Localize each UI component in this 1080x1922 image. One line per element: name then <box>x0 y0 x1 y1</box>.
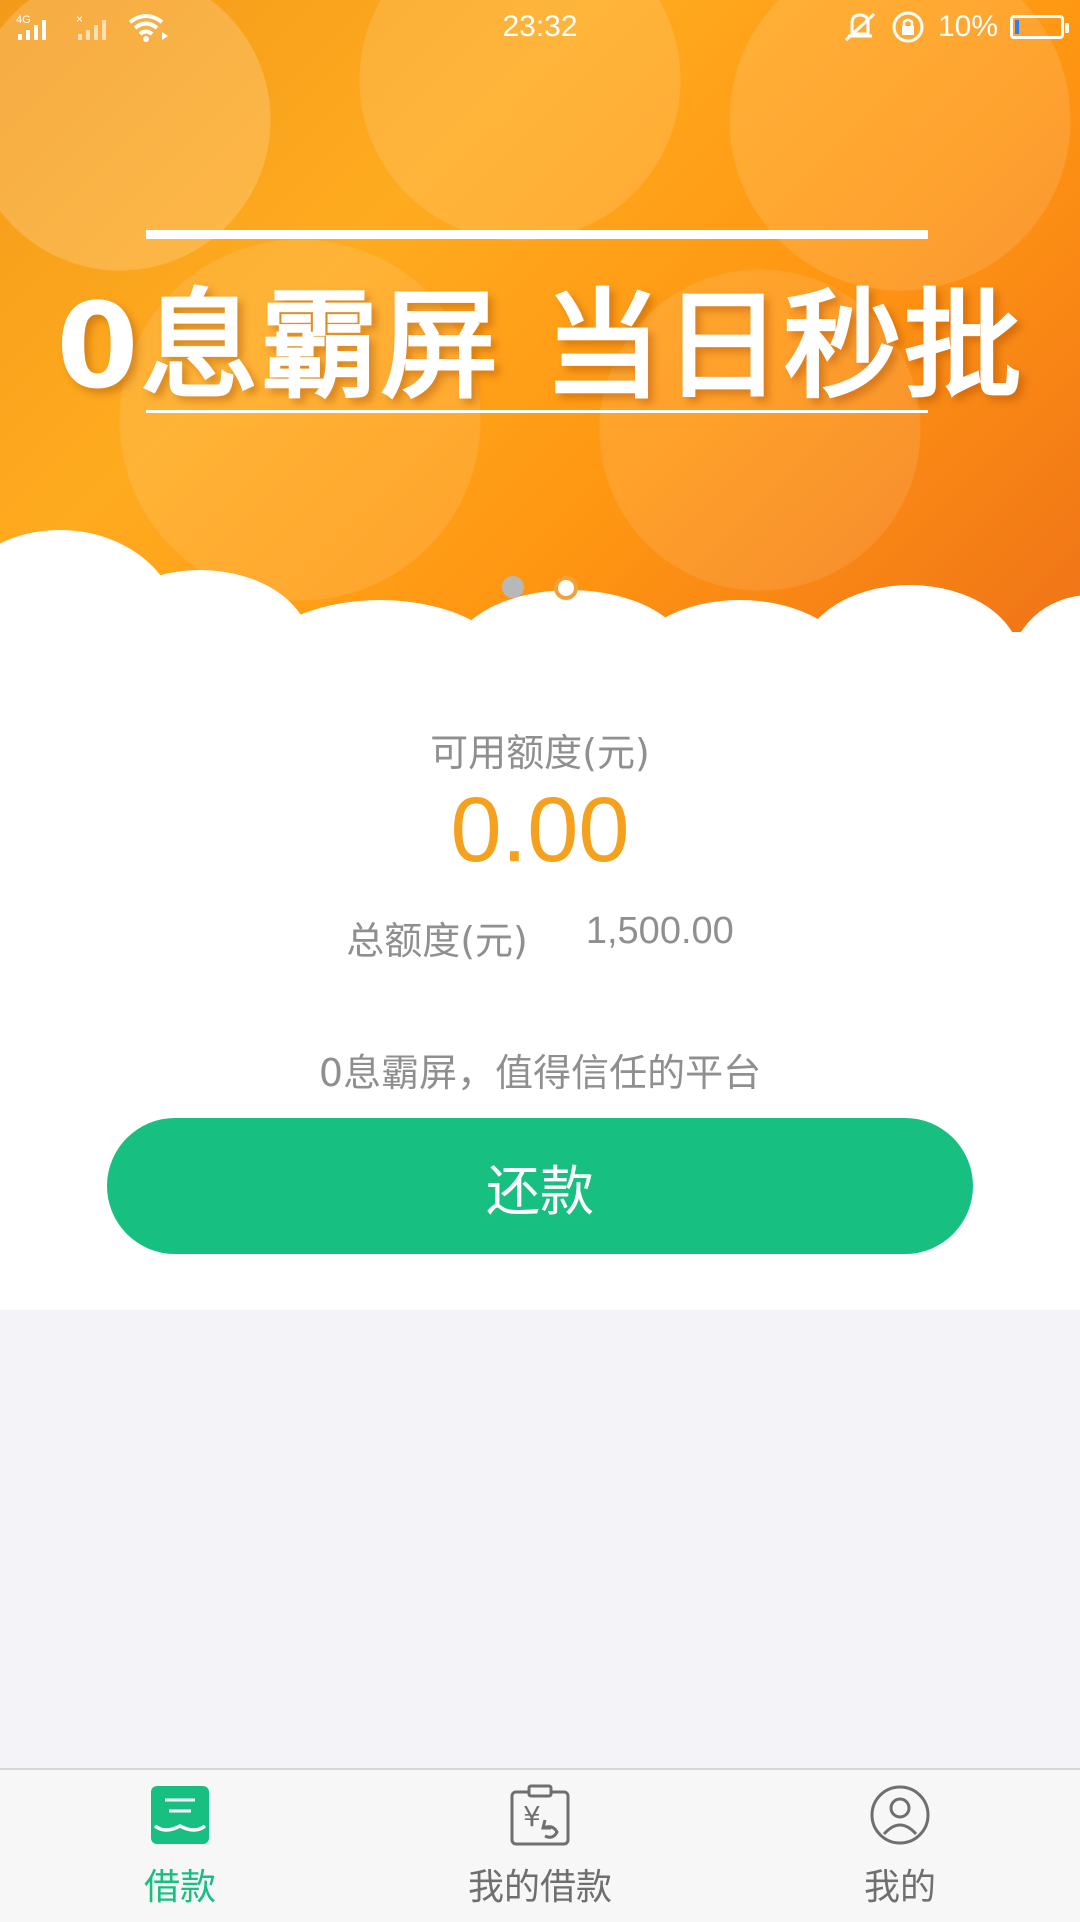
nav-item-profile[interactable]: 我的 <box>720 1770 1080 1922</box>
available-credit-label: 可用额度(元) <box>430 731 650 775</box>
bottom-nav: 借款 ¥ 我的借款 我的 <box>0 1768 1080 1922</box>
loan-icon <box>151 1786 209 1844</box>
rotation-lock-icon <box>892 11 924 43</box>
my-loan-icon: ¥ <box>510 1784 570 1846</box>
banner-top-line <box>146 230 928 239</box>
cloud-decoration <box>1010 595 1080 632</box>
banner-bottom-line <box>146 410 928 413</box>
promo-banner[interactable]: 4G × 23:32 10% 0息霸屏 当日秒批 <box>0 0 1080 632</box>
available-credit-amount: 0.00 <box>450 779 630 881</box>
status-right: 10% <box>842 10 1069 44</box>
carousel-indicator <box>0 576 1080 600</box>
nav-label-loan: 借款 <box>143 1867 216 1908</box>
profile-icon <box>870 1785 930 1845</box>
total-credit-row: 总额度(元) 1,500.00 <box>0 910 1080 965</box>
total-credit-amount: 1,500.00 <box>585 910 734 952</box>
credit-panel: 可用额度(元) 0.00 总额度(元) 1,500.00 0息霸屏，值得信任的平… <box>0 632 1080 1310</box>
carousel-dot[interactable] <box>502 576 524 598</box>
total-credit-label: 总额度(元) <box>346 919 528 963</box>
battery-percent: 10% <box>937 10 998 43</box>
nav-item-my-loans[interactable]: ¥ 我的借款 <box>360 1770 720 1922</box>
nav-label-profile: 我的 <box>863 1867 936 1908</box>
repay-button[interactable]: 还款 <box>107 1118 973 1254</box>
status-bar: 4G × 23:32 10% <box>0 0 1080 56</box>
svg-text:¥: ¥ <box>523 1800 541 1833</box>
nav-item-loan[interactable]: 借款 <box>0 1770 360 1922</box>
vibrate-mute-icon <box>844 12 875 42</box>
nav-label-my-loans: 我的借款 <box>467 1867 612 1908</box>
battery-fill <box>1015 20 1019 34</box>
slogan-text: 0息霸屏，值得信任的平台 <box>318 1051 762 1095</box>
banner-headline: 0息霸屏 当日秒批 <box>56 277 1024 415</box>
battery-icon <box>1010 15 1069 39</box>
carousel-dot-active[interactable] <box>554 576 578 600</box>
